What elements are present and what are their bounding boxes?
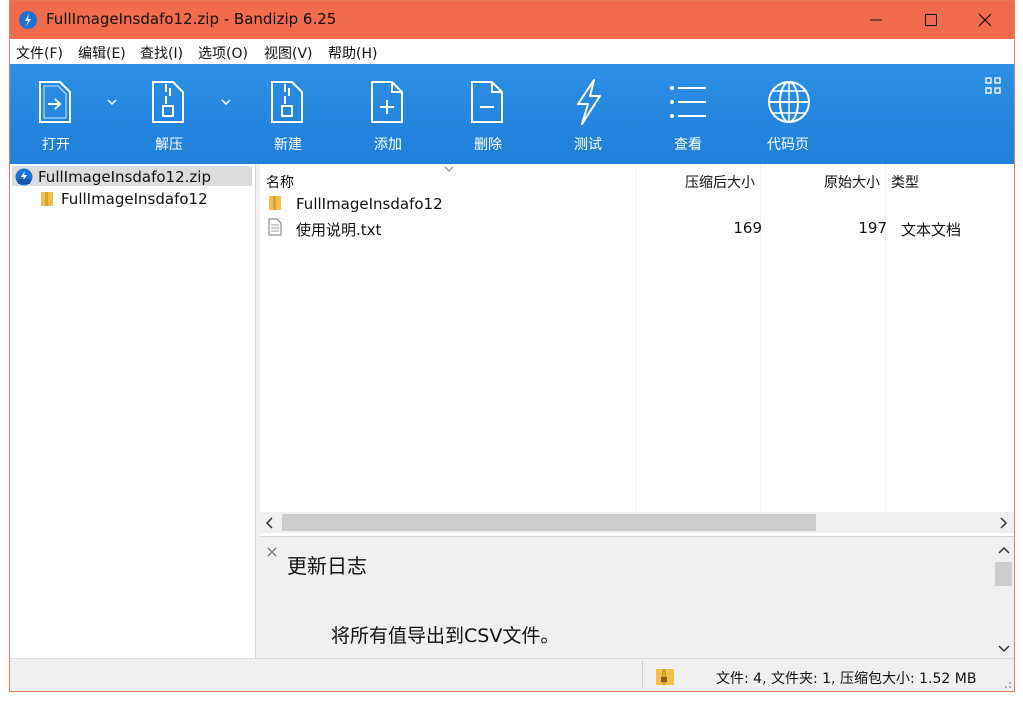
row-name: 使用说明.txt <box>296 221 382 239</box>
archive-status-icon <box>656 669 674 685</box>
extract-dropdown-chevron-icon[interactable] <box>220 98 232 106</box>
extract-button[interactable]: 解压 <box>129 64 209 164</box>
list-view-icon <box>670 86 706 118</box>
add-label: 添加 <box>374 137 402 153</box>
test-button[interactable]: 测试 <box>548 64 628 164</box>
open-dropdown-chevron-icon[interactable] <box>106 98 118 106</box>
lightning-icon <box>577 79 601 125</box>
resize-grip-icon[interactable] <box>1000 677 1012 689</box>
text-file-icon <box>268 218 282 236</box>
scroll-down-icon[interactable] <box>998 643 1010 653</box>
title-bar[interactable]: FullImageInsdafo12.zip - Bandizip 6.25 <box>10 1 1014 39</box>
scroll-up-icon[interactable] <box>998 546 1010 556</box>
changelog-title: 更新日志 <box>287 554 367 578</box>
add-button[interactable]: 添加 <box>348 64 428 164</box>
scroll-left-icon[interactable] <box>265 517 275 529</box>
delete-file-icon <box>471 81 503 123</box>
horizontal-scroll-thumb[interactable] <box>282 514 816 531</box>
menu-file[interactable]: 文件(F) <box>16 43 63 63</box>
view-button[interactable]: 查看 <box>648 64 728 164</box>
window-title: FullImageInsdafo12.zip - Bandizip 6.25 <box>46 10 337 28</box>
open-icon <box>39 81 71 123</box>
new-label: 新建 <box>274 137 302 153</box>
menu-bar: 文件(F) 编辑(E) 查找(I) 选项(O) 视图(V) 帮助(H) <box>10 39 1014 64</box>
zip-folder-icon <box>269 196 281 210</box>
test-label: 测试 <box>574 137 602 153</box>
tree-root-label: FullImageInsdafo12.zip <box>38 168 211 186</box>
new-button[interactable]: 新建 <box>248 64 328 164</box>
status-divider <box>642 661 643 689</box>
folder-tree: FullImageInsdafo12.zip FullImageInsdafo1… <box>10 164 256 658</box>
zip-archive-icon <box>15 168 33 186</box>
add-file-icon <box>371 81 403 123</box>
new-archive-icon <box>271 81 303 123</box>
minimize-button[interactable] <box>853 1 899 39</box>
menu-options[interactable]: 选项(O) <box>198 43 248 63</box>
menu-edit[interactable]: 编辑(E) <box>78 43 126 63</box>
codepage-label: 代码页 <box>767 137 809 153</box>
column-header-name[interactable]: 名称 <box>266 172 294 192</box>
vertical-scrollbar[interactable] <box>993 541 1013 658</box>
extract-zip-icon <box>152 81 184 123</box>
list-row[interactable]: 使用说明.txt 169 197 文本文档 <box>260 216 1014 240</box>
row-name: FullImageInsdafo12 <box>296 195 443 213</box>
maximize-button[interactable] <box>908 1 954 39</box>
row-compressed-size: 169 <box>733 219 762 237</box>
globe-icon <box>768 81 810 123</box>
column-header-type[interactable]: 类型 <box>891 172 919 192</box>
bandizip-window: FullImageInsdafo12.zip - Bandizip 6.25 文… <box>9 0 1015 692</box>
menu-view[interactable]: 视图(V) <box>264 43 313 63</box>
desktop-background-right <box>1015 0 1023 702</box>
info-pane: 更新日志 将所有值导出到CSV文件。 <box>260 536 1014 659</box>
toolbar: 打开 解压 新建 添加 删除 测试 查看 代码页 <box>10 64 1014 164</box>
open-label: 打开 <box>42 137 70 153</box>
file-list: 名称 压缩后大小 原始大小 类型 FullImageInsdafo12 使用说明… <box>260 164 1014 514</box>
close-pane-icon[interactable] <box>266 546 278 558</box>
zip-folder-icon <box>41 192 53 206</box>
close-button[interactable] <box>962 1 1008 39</box>
changelog-entry: 将所有值导出到CSV文件。 <box>331 625 560 647</box>
column-header-compressed[interactable]: 压缩后大小 <box>635 172 755 192</box>
status-bar: 文件: 4, 文件夹: 1, 压缩包大小: 1.52 MB <box>10 658 1014 691</box>
extract-label: 解压 <box>155 137 183 153</box>
vertical-scroll-thumb[interactable] <box>995 562 1012 586</box>
row-type: 文本文档 <box>901 221 962 239</box>
menu-find[interactable]: 查找(I) <box>140 43 183 63</box>
delete-label: 删除 <box>474 137 502 153</box>
row-original-size: 197 <box>858 219 887 237</box>
scroll-right-icon[interactable] <box>998 517 1008 529</box>
column-header-original[interactable]: 原始大小 <box>760 172 880 192</box>
layout-grid-icon[interactable] <box>985 77 1001 95</box>
delete-button[interactable]: 删除 <box>448 64 528 164</box>
bandizip-logo-icon <box>19 11 37 29</box>
horizontal-scrollbar[interactable] <box>260 512 1014 533</box>
sort-chevron-icon <box>444 166 454 172</box>
status-text: 文件: 4, 文件夹: 1, 压缩包大小: 1.52 MB <box>716 671 977 687</box>
view-label: 查看 <box>674 137 702 153</box>
open-button[interactable]: 打开 <box>16 64 96 164</box>
codepage-button[interactable]: 代码页 <box>748 64 828 164</box>
tree-child-item[interactable]: FullImageInsdafo12 <box>61 190 208 208</box>
list-row[interactable]: FullImageInsdafo12 <box>260 192 1014 216</box>
menu-help[interactable]: 帮助(H) <box>328 43 377 63</box>
